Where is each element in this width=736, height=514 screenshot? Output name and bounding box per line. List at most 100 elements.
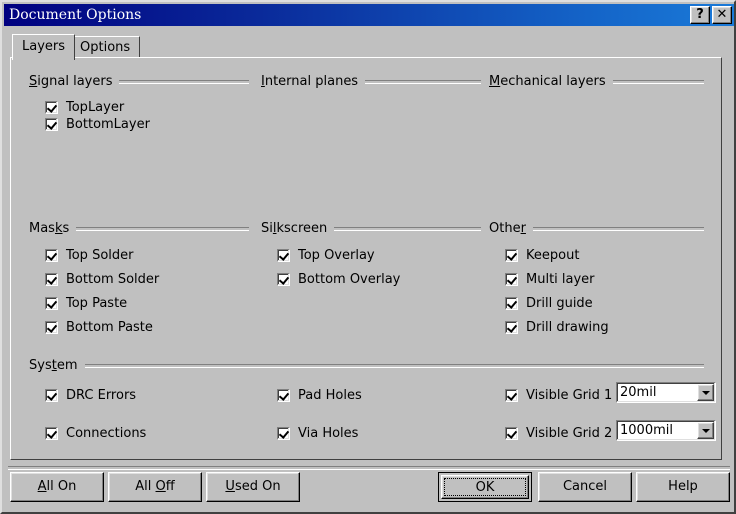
group-label-system: System <box>29 358 78 373</box>
checkbox-keepout[interactable] <box>505 249 518 262</box>
group-header-masks: Masks <box>29 221 249 236</box>
checkbox-top-paste[interactable] <box>45 297 58 310</box>
checkbox-row-drill-guide[interactable]: Drill guide <box>505 296 593 311</box>
group-label-silkscreen: Silkscreen <box>261 221 327 236</box>
cancel-button-label: Cancel <box>563 479 607 494</box>
checkbox-label-visible-grid-2: Visible Grid 2 <box>526 426 612 441</box>
checkbox-pad-holes[interactable] <box>277 389 290 402</box>
used-on-button-label: Used On <box>225 479 280 494</box>
all-on-button-label: All On <box>38 479 77 494</box>
group-header-other: Other <box>489 221 704 236</box>
checkbox-top-solder[interactable] <box>45 249 58 262</box>
group-label-signal-layers: Signal layers <box>29 74 112 89</box>
combo-value-visible-grid-1: 20mil <box>617 385 697 400</box>
title-bar-buttons: ? ✕ <box>690 6 732 24</box>
checkbox-row-bottom-overlay[interactable]: Bottom Overlay <box>277 272 400 287</box>
help-icon[interactable]: ? <box>690 6 710 24</box>
document-options-dialog: Document Options ? ✕ Layers Options Sign… <box>0 0 736 514</box>
checkbox-row-top-overlay[interactable]: Top Overlay <box>277 248 375 263</box>
checkbox-row-toplayer[interactable]: TopLayer <box>45 100 124 115</box>
tab-options[interactable]: Options <box>70 36 140 58</box>
tab-options-label: Options <box>80 40 130 55</box>
group-rule-internal-planes <box>365 80 481 84</box>
all-off-button[interactable]: All Off <box>108 472 202 502</box>
checkbox-visible-grid-2[interactable] <box>505 427 518 440</box>
checkbox-multi-layer[interactable] <box>505 273 518 286</box>
all-on-button[interactable]: All On <box>10 472 104 502</box>
combo-visible-grid-2[interactable]: 1000mil <box>616 420 716 441</box>
checkbox-connections[interactable] <box>45 427 58 440</box>
checkbox-row-connections[interactable]: Connections <box>45 426 146 441</box>
checkbox-label-multi-layer: Multi layer <box>526 272 595 287</box>
checkbox-bottomlayer[interactable] <box>45 118 58 131</box>
checkbox-label-toplayer: TopLayer <box>66 100 124 115</box>
checkbox-label-pad-holes: Pad Holes <box>298 388 362 403</box>
ok-button-inner: OK <box>441 475 529 499</box>
group-header-internal-planes: Internal planes <box>261 74 481 89</box>
close-icon[interactable]: ✕ <box>712 6 732 24</box>
tab-layers[interactable]: Layers <box>12 34 75 60</box>
help-button[interactable]: Help <box>636 472 730 502</box>
checkbox-row-via-holes[interactable]: Via Holes <box>277 426 358 441</box>
used-on-button[interactable]: Used On <box>206 472 300 502</box>
checkbox-label-drc-errors: DRC Errors <box>66 388 136 403</box>
checkbox-label-visible-grid-1: Visible Grid 1 <box>526 388 612 403</box>
checkbox-row-bottom-paste[interactable]: Bottom Paste <box>45 320 153 335</box>
checkbox-drc-errors[interactable] <box>45 389 58 402</box>
checkbox-row-visible-grid-2[interactable]: Visible Grid 2 <box>505 426 612 441</box>
checkbox-row-drill-drawing[interactable]: Drill drawing <box>505 320 609 335</box>
checkbox-row-top-paste[interactable]: Top Paste <box>45 296 127 311</box>
group-label-mechanical-layers: Mechanical layers <box>489 74 606 89</box>
checkbox-label-connections: Connections <box>66 426 146 441</box>
checkbox-label-via-holes: Via Holes <box>298 426 358 441</box>
all-off-button-label: All Off <box>135 479 174 494</box>
layers-tab-page: Signal layers Internal planes Mechanical… <box>10 57 722 460</box>
checkbox-row-keepout[interactable]: Keepout <box>505 248 579 263</box>
checkbox-row-top-solder[interactable]: Top Solder <box>45 248 133 263</box>
checkbox-drill-guide[interactable] <box>505 297 518 310</box>
checkbox-top-overlay[interactable] <box>277 249 290 262</box>
group-header-system: System <box>29 358 704 373</box>
group-label-internal-planes: Internal planes <box>261 74 358 89</box>
checkbox-via-holes[interactable] <box>277 427 290 440</box>
button-bar-separator <box>8 466 730 470</box>
group-rule-other <box>533 227 704 231</box>
chevron-down-icon[interactable] <box>697 384 714 401</box>
cancel-button[interactable]: Cancel <box>538 472 632 502</box>
checkbox-label-bottom-overlay: Bottom Overlay <box>298 272 400 287</box>
checkbox-label-keepout: Keepout <box>526 248 579 263</box>
checkbox-bottom-overlay[interactable] <box>277 273 290 286</box>
checkbox-row-bottom-solder[interactable]: Bottom Solder <box>45 272 159 287</box>
checkbox-label-top-paste: Top Paste <box>66 296 127 311</box>
checkbox-row-pad-holes[interactable]: Pad Holes <box>277 388 362 403</box>
combo-visible-grid-1[interactable]: 20mil <box>616 382 716 403</box>
checkbox-row-visible-grid-1[interactable]: Visible Grid 1 <box>505 388 612 403</box>
title-bar[interactable]: Document Options ? ✕ <box>4 4 734 26</box>
group-rule-system <box>85 364 705 368</box>
group-header-silkscreen: Silkscreen <box>261 221 481 236</box>
chevron-down-icon[interactable] <box>697 422 714 439</box>
checkbox-label-bottom-solder: Bottom Solder <box>66 272 159 287</box>
checkbox-label-top-overlay: Top Overlay <box>298 248 375 263</box>
tab-layers-label: Layers <box>22 39 65 54</box>
checkbox-bottom-paste[interactable] <box>45 321 58 334</box>
group-rule-signal-layers <box>119 80 249 84</box>
group-rule-mechanical-layers <box>613 80 704 84</box>
ok-button-label: OK <box>476 481 495 494</box>
checkbox-label-drill-drawing: Drill drawing <box>526 320 609 335</box>
checkbox-row-bottomlayer[interactable]: BottomLayer <box>45 117 150 132</box>
checkbox-visible-grid-1[interactable] <box>505 389 518 402</box>
checkbox-label-bottom-paste: Bottom Paste <box>66 320 153 335</box>
checkbox-label-top-solder: Top Solder <box>66 248 133 263</box>
checkbox-bottom-solder[interactable] <box>45 273 58 286</box>
window-title: Document Options <box>9 7 141 23</box>
group-header-mechanical-layers: Mechanical layers <box>489 74 704 89</box>
tab-strip: Layers Options <box>12 34 724 58</box>
checkbox-drill-drawing[interactable] <box>505 321 518 334</box>
checkbox-toplayer[interactable] <box>45 101 58 114</box>
help-button-label: Help <box>668 479 698 494</box>
ok-button[interactable]: OK <box>438 472 532 502</box>
combo-value-visible-grid-2: 1000mil <box>617 423 697 438</box>
checkbox-row-multi-layer[interactable]: Multi layer <box>505 272 595 287</box>
checkbox-row-drc-errors[interactable]: DRC Errors <box>45 388 136 403</box>
